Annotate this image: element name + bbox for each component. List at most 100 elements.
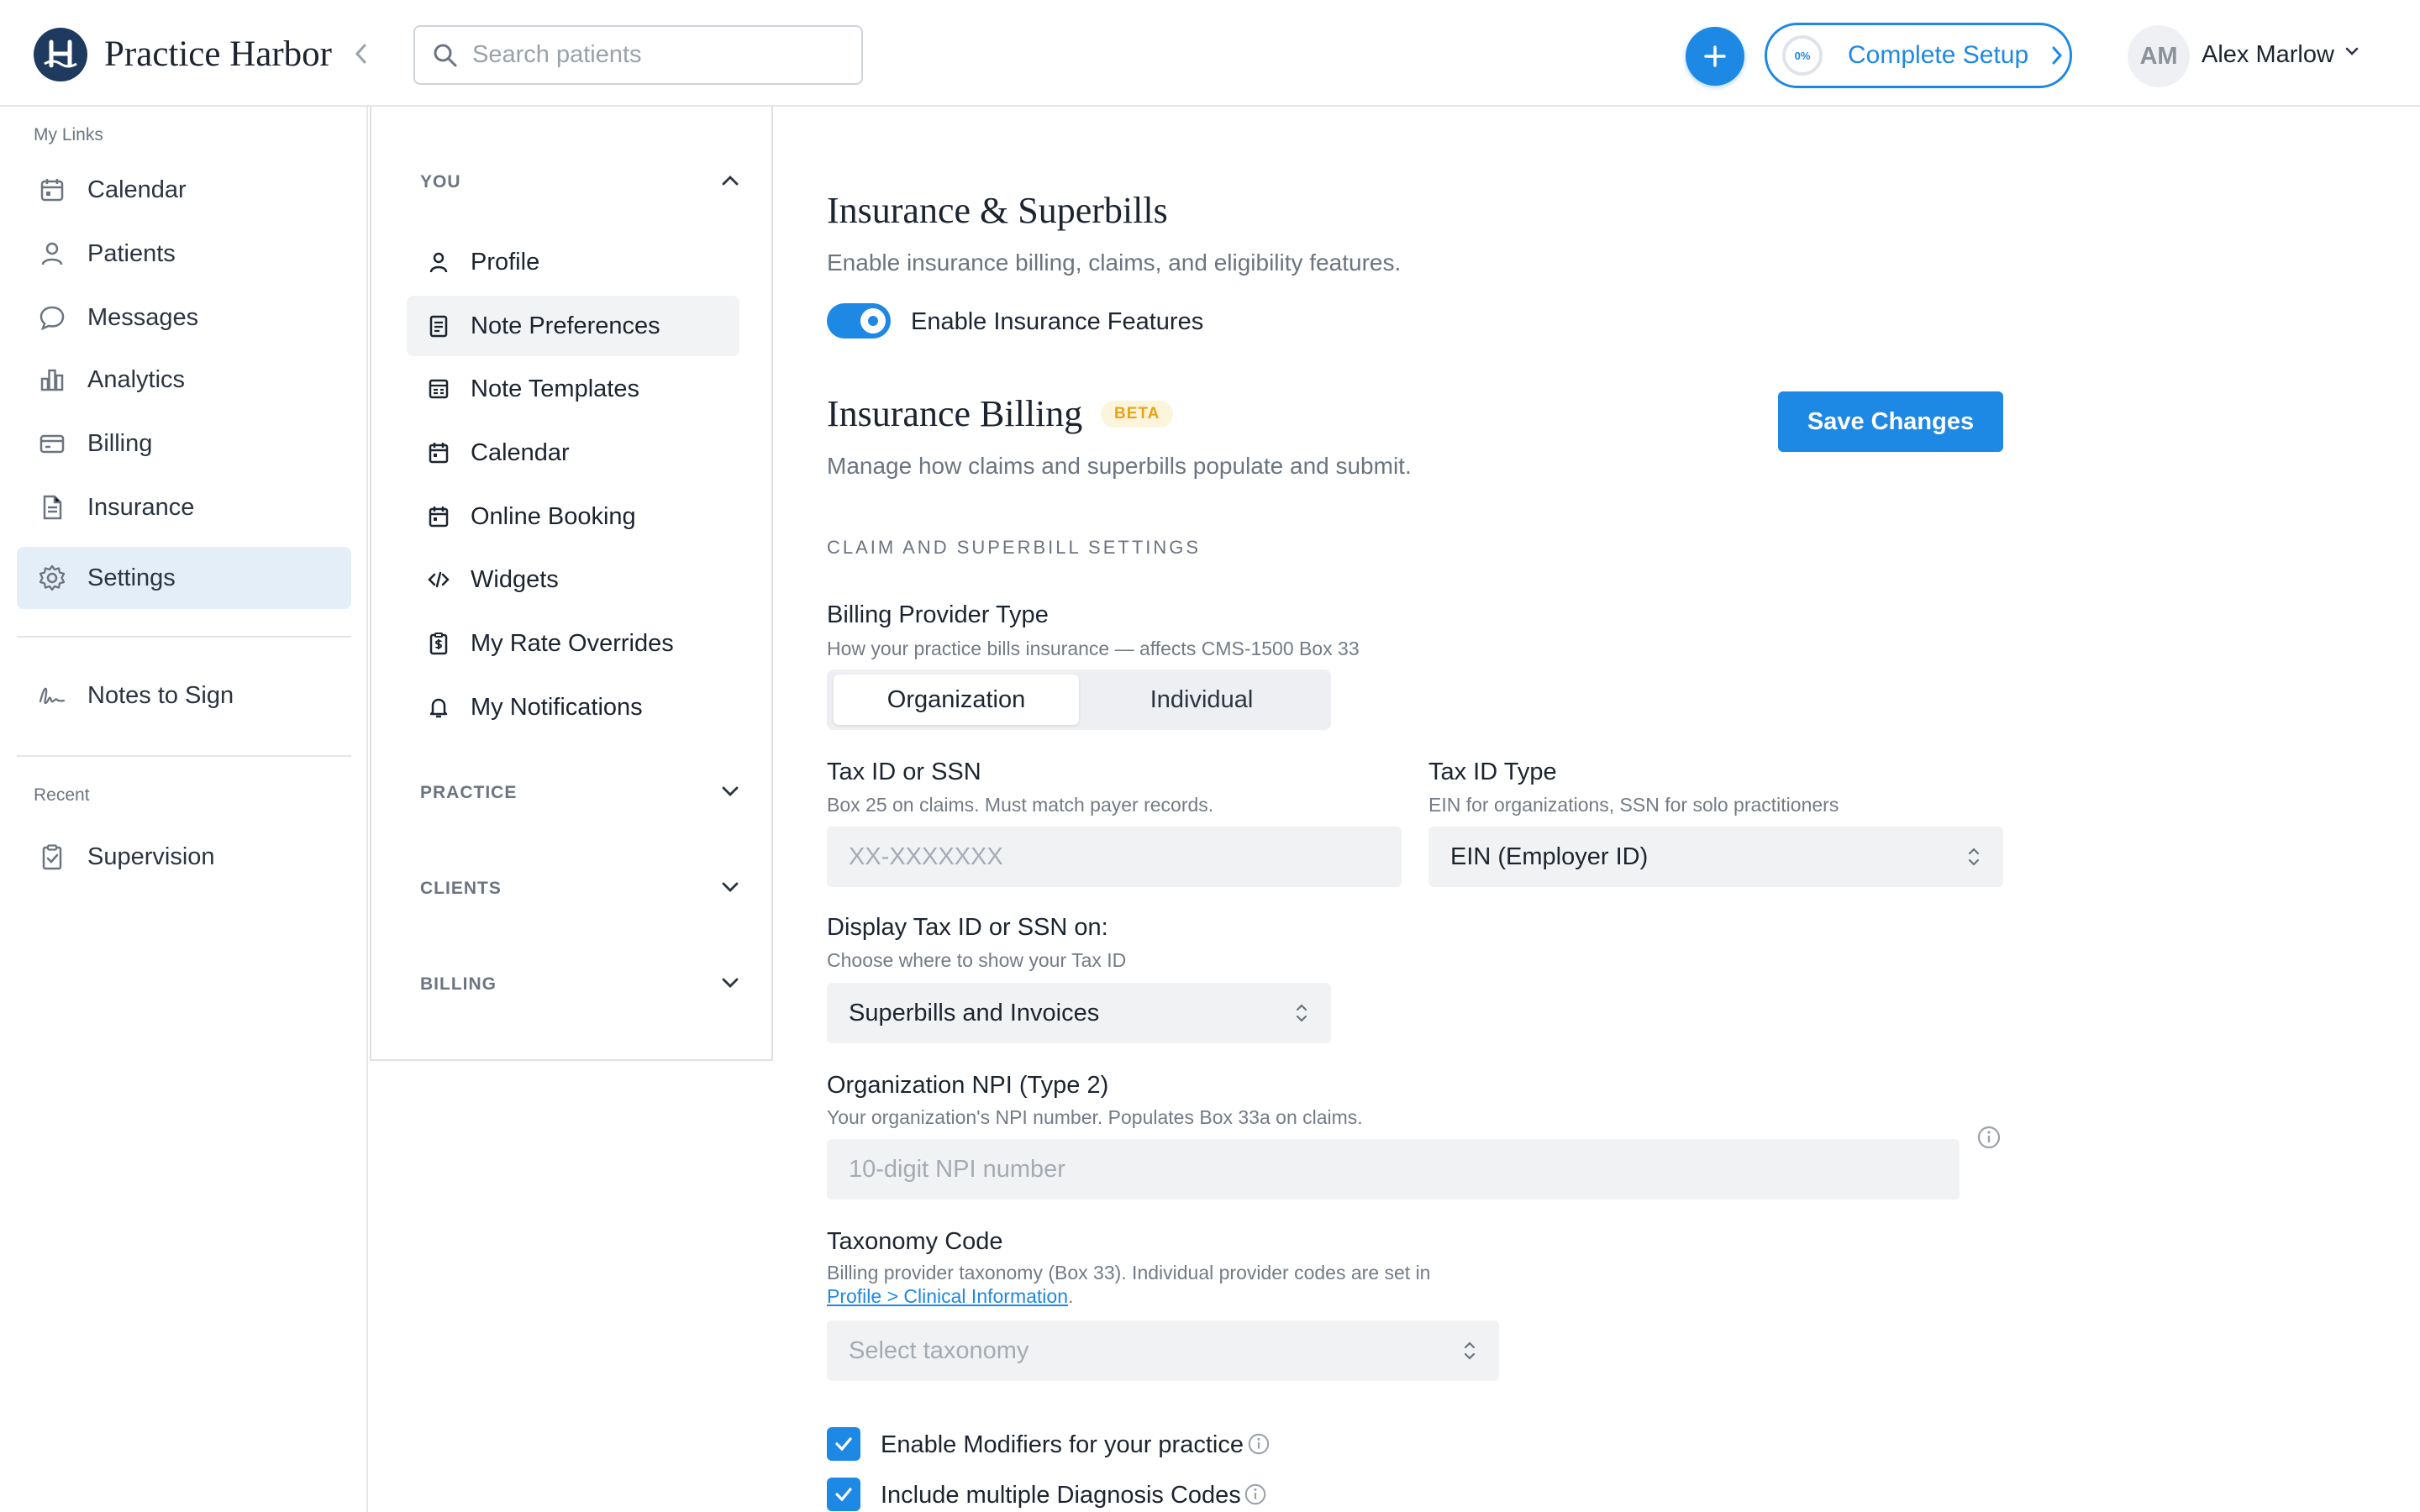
search-input[interactable] bbox=[472, 41, 842, 69]
taxonomy-select[interactable]: Select taxonomy bbox=[827, 1320, 1499, 1381]
logo-icon bbox=[34, 28, 87, 81]
tax-id-type-select[interactable]: EIN (Employer ID) bbox=[1428, 827, 2003, 887]
sidebar-item-label: Settings bbox=[87, 564, 176, 591]
field-help: Billing provider taxonomy (Box 33). Indi… bbox=[827, 1262, 1430, 1284]
settings-item-label: My Rate Overrides bbox=[471, 629, 674, 657]
chevron-up-down-icon bbox=[1966, 845, 1981, 875]
profile-clinical-link[interactable]: Profile > Clinical Information bbox=[827, 1285, 1068, 1307]
checkmark-icon bbox=[835, 1437, 852, 1452]
diagnosis-codes-checkbox[interactable] bbox=[827, 1478, 860, 1511]
checkbox-label: Include multiple Diagnosis Codes bbox=[881, 1482, 1241, 1509]
sidebar-item-label: Patients bbox=[87, 239, 176, 267]
select-placeholder: Select taxonomy bbox=[849, 1336, 1029, 1364]
toggle-label: Enable Insurance Features bbox=[911, 308, 1204, 335]
sidebar-item-messages[interactable]: Messages bbox=[17, 286, 351, 349]
chevron-down-icon bbox=[721, 785, 739, 801]
chat-bubble-icon bbox=[37, 302, 67, 333]
field-label: Display Tax ID or SSN on: bbox=[827, 914, 1108, 941]
sidebar-item-patients[interactable]: Patients bbox=[17, 223, 351, 285]
bar-chart-icon bbox=[37, 365, 67, 395]
toggle-knob bbox=[860, 308, 886, 333]
sidebar-item-supervision[interactable]: Supervision bbox=[17, 826, 351, 888]
settings-item-note-preferences[interactable]: Note Preferences bbox=[407, 296, 739, 356]
chevron-right-icon bbox=[2050, 45, 2064, 66]
settings-group-title: PRACTICE bbox=[420, 783, 518, 802]
settings-menu-panel: YOU Profile Note Preferences Note Templa… bbox=[370, 107, 773, 1061]
field-label: Organization NPI (Type 2) bbox=[827, 1072, 1109, 1099]
modifiers-checkbox[interactable] bbox=[827, 1427, 860, 1461]
save-button[interactable]: Save Changes bbox=[1778, 391, 2003, 452]
select-value: Superbills and Invoices bbox=[849, 999, 1100, 1026]
sidebar-item-insurance[interactable]: Insurance bbox=[17, 476, 351, 538]
app-name: Practice Harbor bbox=[104, 34, 332, 74]
display-tax-select[interactable]: Superbills and Invoices bbox=[827, 983, 1331, 1043]
user-name[interactable]: Alex Marlow bbox=[2202, 41, 2334, 69]
settings-item-label: Note Preferences bbox=[471, 312, 660, 339]
settings-group-title: YOU bbox=[420, 172, 461, 192]
collapse-sidebar-icon[interactable] bbox=[346, 39, 376, 69]
settings-group-billing[interactable]: BILLING bbox=[420, 968, 739, 1001]
field-help: Choose where to show your Tax ID bbox=[827, 949, 1127, 971]
top-header: Practice Harbor 0% Complete Setup AM Ale… bbox=[0, 0, 2420, 107]
calendar-check-icon bbox=[425, 503, 452, 530]
info-icon[interactable] bbox=[1247, 1432, 1270, 1456]
sidebar-item-settings[interactable]: Settings bbox=[17, 547, 351, 609]
sidebar-item-notes-to-sign[interactable]: Notes to Sign bbox=[17, 664, 351, 727]
settings-item-online-booking[interactable]: Online Booking bbox=[407, 486, 739, 547]
sidebar-item-label: Billing bbox=[87, 429, 153, 457]
settings-group-clients[interactable]: CLIENTS bbox=[420, 872, 739, 906]
complete-setup-button[interactable]: 0% Complete Setup bbox=[1765, 23, 2072, 88]
search-input-container[interactable] bbox=[413, 25, 863, 85]
settings-group-you[interactable]: YOU bbox=[420, 165, 739, 199]
sidebar-item-label: Insurance bbox=[87, 493, 195, 521]
app-root: Practice Harbor 0% Complete Setup AM Ale… bbox=[0, 0, 2420, 1512]
settings-item-profile[interactable]: Profile bbox=[407, 232, 739, 292]
settings-item-calendar[interactable]: Calendar bbox=[407, 423, 739, 483]
tax-id-field[interactable]: XX-XXXXXXX bbox=[827, 827, 1402, 887]
sidebar-item-label: Notes to Sign bbox=[87, 681, 234, 709]
sidebar-item-billing[interactable]: Billing bbox=[17, 412, 351, 475]
npi-field[interactable]: 10-digit NPI number bbox=[827, 1139, 1960, 1200]
segment-organization[interactable]: Organization bbox=[834, 675, 1079, 725]
provider-type-segmented-control: Organization Individual bbox=[827, 669, 1331, 730]
note-icon bbox=[425, 312, 452, 339]
settings-group-practice[interactable]: PRACTICE bbox=[420, 776, 739, 810]
checkmark-icon bbox=[835, 1488, 852, 1502]
left-sidebar: My Links Calendar Patients Messages Anal… bbox=[0, 107, 368, 1512]
field-help: How your practice bills insurance — affe… bbox=[827, 638, 1360, 659]
signature-icon bbox=[37, 680, 67, 711]
info-icon[interactable] bbox=[1976, 1125, 2002, 1150]
enable-insurance-toggle[interactable] bbox=[827, 303, 891, 339]
dollar-clipboard-icon bbox=[425, 630, 452, 657]
recent-title: Recent bbox=[34, 785, 90, 805]
settings-item-label: Profile bbox=[471, 248, 540, 276]
setup-label: Complete Setup bbox=[1848, 41, 2029, 69]
add-button[interactable] bbox=[1686, 27, 1744, 86]
sidebar-item-analytics[interactable]: Analytics bbox=[17, 349, 351, 411]
info-icon[interactable] bbox=[1244, 1483, 1267, 1506]
field-help: EIN for organizations, SSN for solo prac… bbox=[1428, 794, 1839, 816]
field-help: Box 25 on claims. Must match payer recor… bbox=[827, 794, 1214, 816]
avatar[interactable]: AM bbox=[2128, 25, 2190, 87]
settings-group-title: CLIENTS bbox=[420, 879, 502, 898]
segment-individual[interactable]: Individual bbox=[1079, 675, 1324, 725]
settings-item-note-templates[interactable]: Note Templates bbox=[407, 359, 739, 419]
document-icon bbox=[37, 492, 67, 522]
gear-icon bbox=[37, 563, 67, 593]
settings-item-my-rate-overrides[interactable]: My Rate Overrides bbox=[407, 613, 739, 674]
code-icon bbox=[425, 566, 452, 593]
user-icon bbox=[425, 249, 452, 276]
bell-icon bbox=[425, 694, 452, 721]
settings-item-my-notifications[interactable]: My Notifications bbox=[407, 677, 739, 738]
settings-item-label: Online Booking bbox=[471, 502, 636, 530]
field-help: Your organization's NPI number. Populate… bbox=[827, 1106, 1363, 1128]
chevron-up-down-icon bbox=[1462, 1339, 1477, 1369]
chevron-down-icon[interactable] bbox=[2344, 45, 2360, 60]
main-content: Insurance & Superbills Enable insurance … bbox=[827, 107, 2420, 1512]
field-label: Taxonomy Code bbox=[827, 1228, 1003, 1255]
settings-item-widgets[interactable]: Widgets bbox=[407, 549, 739, 610]
sidebar-item-calendar[interactable]: Calendar bbox=[17, 159, 351, 221]
section-subtitle: Manage how claims and superbills populat… bbox=[827, 453, 1412, 479]
field-help-link-line: Profile > Clinical Information. bbox=[827, 1285, 1073, 1308]
sidebar-item-label: Messages bbox=[87, 303, 199, 331]
